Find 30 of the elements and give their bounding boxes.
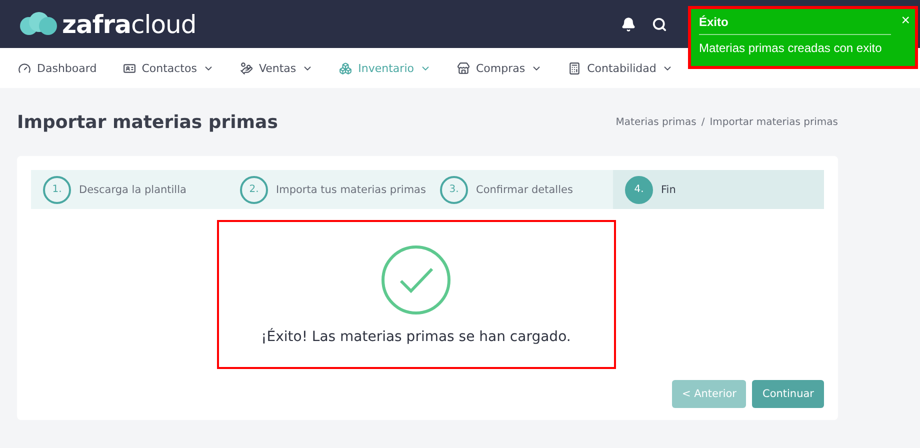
search-icon[interactable]	[652, 16, 667, 32]
gauge-icon	[18, 62, 31, 74]
toast-title: Éxito	[699, 15, 891, 35]
breadcrumb-item[interactable]: Materias primas	[616, 116, 696, 128]
nav-item[interactable]: Dashboard	[18, 62, 97, 74]
cloud-icon	[18, 12, 58, 36]
id-card-icon	[122, 62, 136, 74]
breadcrumb-item: Importar materias primas	[710, 116, 838, 128]
nav-item[interactable]: Contactos	[122, 62, 214, 74]
nav-item[interactable]: Contabilidad	[568, 62, 674, 74]
nav-item[interactable]: Compras	[456, 62, 542, 74]
success-message: ¡Éxito! Las materias primas se han cargado.	[261, 328, 571, 344]
boxes-icon	[339, 62, 352, 74]
wizard-step[interactable]: 3. Confirmar detalles	[428, 170, 613, 209]
continue-button[interactable]: Continuar	[752, 380, 824, 408]
page-title: Importar materias primas	[17, 112, 278, 132]
wizard-step[interactable]: 1. Descarga la plantilla	[31, 170, 228, 209]
store-icon	[456, 62, 470, 74]
toast-message: Materias primas creadas con exito	[699, 41, 883, 55]
bell-icon[interactable]	[621, 16, 636, 32]
nav-item[interactable]: Inventario	[339, 62, 431, 74]
close-button[interactable]: ×	[901, 12, 910, 29]
calculator-icon	[568, 62, 582, 74]
nav-item[interactable]: Ventas	[240, 62, 314, 74]
breadcrumb-separator: /	[701, 116, 705, 128]
brand-logo: zafracloud	[18, 10, 196, 38]
wizard-step[interactable]: 2. Importa tus materias primas	[228, 170, 428, 209]
wizard-step[interactable]: 4. Fin	[613, 170, 824, 209]
checkmark-icon	[381, 244, 451, 314]
hand-coins-icon	[240, 62, 253, 74]
